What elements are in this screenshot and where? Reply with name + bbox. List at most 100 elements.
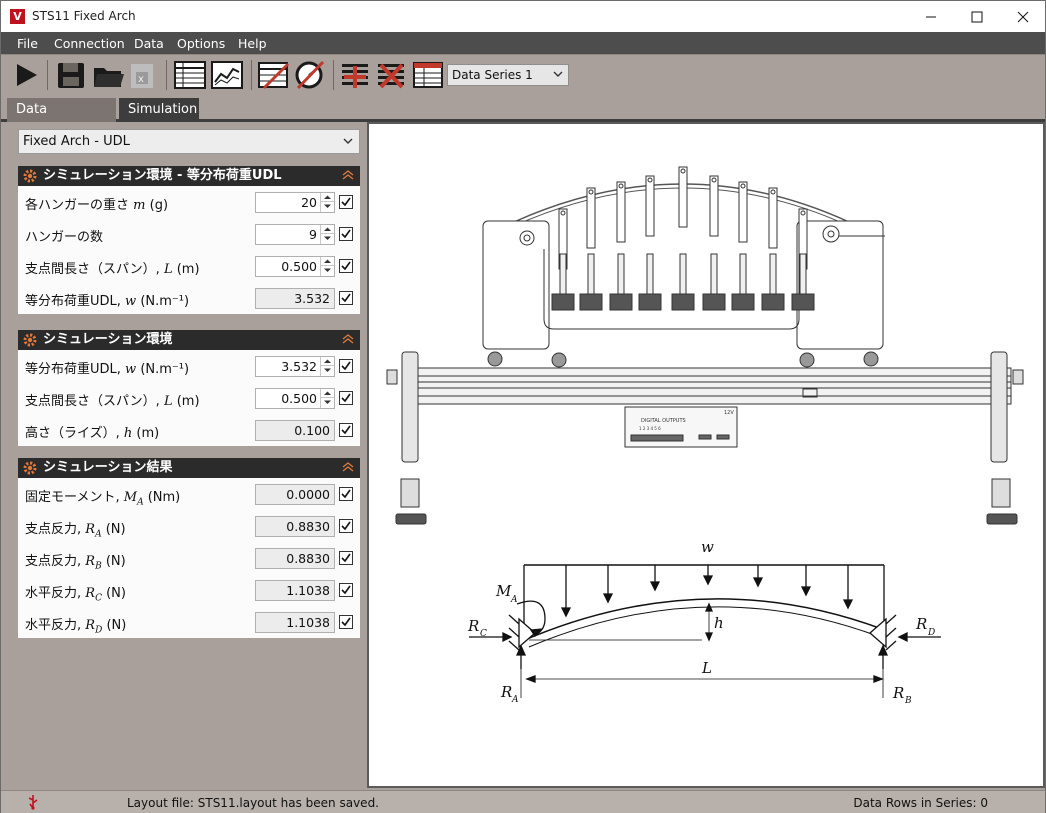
spinner[interactable] (320, 389, 334, 408)
spin-up-button[interactable] (321, 257, 334, 266)
show-checkbox[interactable] (339, 391, 353, 405)
zero-gauge-button[interactable] (293, 59, 327, 91)
spin-up-button[interactable] (321, 357, 334, 366)
spin-up-button[interactable] (321, 193, 334, 202)
results-section: シミュレーション結果 固定モーメント, MA (Nm) 0.0000 支点反力, RA… (18, 458, 360, 638)
environment-section: シミュレーション環境 等分布荷重UDL, w (N.m⁻¹) 3.532 支点間長さ（… (18, 330, 360, 446)
show-checkbox[interactable] (339, 259, 353, 273)
show-checkbox[interactable] (339, 615, 353, 629)
label-h: h (714, 614, 724, 632)
spin-up-button[interactable] (321, 389, 334, 398)
show-checkbox[interactable] (339, 423, 353, 437)
checkmark-icon (341, 229, 351, 239)
chevron-up-icon (324, 195, 331, 199)
label-MA-sub: A (510, 595, 518, 605)
show-checkbox[interactable] (339, 519, 353, 533)
open-button[interactable] (91, 59, 125, 91)
parameter-label: 水平反力, RD (N) (25, 618, 127, 636)
series-table-button[interactable] (411, 59, 445, 91)
chevron-up-icon (324, 359, 331, 363)
parameter-value: 0.500 (281, 391, 317, 406)
section-header[interactable]: シミュレーション環境 - 等分布荷重UDL (18, 166, 360, 186)
save-icon (58, 63, 84, 88)
hanger-stem (617, 253, 625, 295)
experiment-select[interactable]: Fixed Arch - UDL (18, 129, 360, 154)
close-button[interactable] (1000, 1, 1046, 32)
parameter-symbol: RC (85, 586, 102, 604)
menu-help[interactable]: Help (238, 36, 267, 51)
spinner[interactable] (320, 357, 334, 376)
play-icon (17, 64, 37, 86)
parameter-row: 各ハンガーの重さ m (g) 20 (18, 186, 360, 218)
tare-button[interactable] (257, 59, 291, 91)
collapse-icon[interactable] (342, 461, 354, 473)
spin-down-button[interactable] (321, 266, 334, 275)
parameter-unit: (m) (176, 394, 200, 409)
menu-file[interactable]: File (17, 36, 38, 51)
save-button[interactable] (54, 59, 88, 91)
parameter-row: 等分布荷重UDL, w (N.m⁻¹) 3.532 (18, 350, 360, 382)
parameter-symbol: h (123, 426, 133, 441)
chevron-up-icon (324, 227, 331, 231)
hanger-weight (702, 293, 726, 311)
spinner[interactable] (320, 257, 334, 276)
excel-icon: x (131, 64, 153, 88)
show-checkbox[interactable] (339, 359, 353, 373)
toolbar-separator (166, 60, 167, 90)
parameter-symbol: m (133, 198, 146, 213)
tab-data-acquisition[interactable]: Data Aquisition (7, 98, 116, 140)
graph-view-button[interactable] (210, 59, 244, 91)
section-header[interactable]: シミュレーション環境 (18, 330, 360, 350)
show-checkbox[interactable] (339, 583, 353, 597)
section-header[interactable]: シミュレーション結果 (18, 458, 360, 478)
maximize-icon (971, 11, 983, 22)
menu-options[interactable]: Options (177, 36, 225, 51)
spin-down-button[interactable] (321, 398, 334, 407)
export-excel-button[interactable]: x (125, 59, 159, 91)
spin-down-button[interactable] (321, 234, 334, 243)
menu-data[interactable]: Data (134, 36, 164, 51)
status-message: Layout file: STS11.layout has been saved… (127, 796, 379, 810)
show-checkbox[interactable] (339, 227, 353, 241)
show-checkbox[interactable] (339, 487, 353, 501)
close-icon (1017, 11, 1029, 22)
spin-up-button[interactable] (321, 225, 334, 234)
udl-arrow-head (602, 593, 614, 604)
show-checkbox[interactable] (339, 551, 353, 565)
table-view-button[interactable] (173, 59, 207, 91)
parameter-value-field[interactable]: 3.532 (255, 356, 335, 377)
spinner[interactable] (320, 225, 334, 244)
run-button[interactable] (9, 59, 43, 91)
tab-simulation[interactable]: Simulation (119, 98, 199, 122)
parameter-value-field[interactable]: 9 (255, 224, 335, 245)
parameter-label: 固定モーメント, MA (Nm) (25, 490, 181, 508)
checkmark-icon (341, 553, 351, 563)
parameter-value-field[interactable]: 0.500 (255, 256, 335, 277)
udl-setup-section: シミュレーション環境 - 等分布荷重UDL 各ハンガーの重さ m (g) 20 ハンガ… (18, 166, 360, 314)
status-bar: Layout file: STS11.layout has been saved… (1, 790, 1045, 813)
menu-bar: File Connection Data Options Help (1, 32, 1045, 54)
spin-down-button[interactable] (321, 202, 334, 211)
collapse-icon[interactable] (342, 169, 354, 181)
minimize-button[interactable] (908, 1, 954, 32)
parameter-row: 水平反力, RD (N) 1.1038 (18, 606, 360, 638)
parameter-unit: (N.m⁻¹) (140, 294, 190, 309)
show-checkbox[interactable] (339, 195, 353, 209)
label-MA: M (495, 582, 512, 600)
parameter-value-field[interactable]: 20 (255, 192, 335, 213)
menu-connection[interactable]: Connection (54, 36, 125, 51)
collapse-icon[interactable] (342, 333, 354, 345)
show-checkbox[interactable] (339, 291, 353, 305)
data-series-select[interactable]: Data Series 1 (447, 64, 569, 86)
spin-down-button[interactable] (321, 366, 334, 375)
maximize-button[interactable] (954, 1, 1000, 32)
hanger-rod (616, 181, 626, 243)
parameter-value-field[interactable]: 0.500 (255, 388, 335, 409)
parameter-unit: (Nm) (147, 490, 181, 505)
data-rows-count: Data Rows in Series: 0 (853, 796, 988, 810)
graph-icon (211, 61, 243, 89)
add-series-button[interactable] (339, 59, 373, 91)
spinner[interactable] (320, 193, 334, 212)
section-title: シミュレーション結果 (43, 460, 173, 475)
delete-series-button[interactable] (375, 59, 409, 91)
